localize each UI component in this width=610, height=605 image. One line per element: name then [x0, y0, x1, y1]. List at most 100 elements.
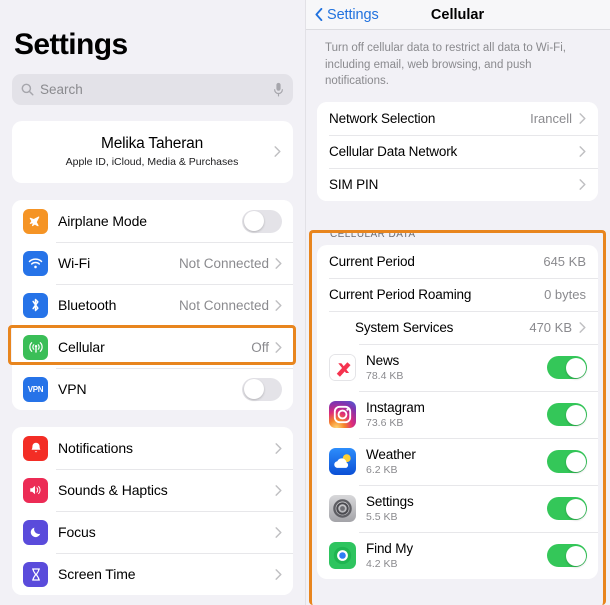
row-value: 645 KB — [543, 254, 586, 270]
chevron-right-icon — [275, 299, 282, 311]
sidebar-item-focus[interactable]: Focus — [12, 511, 293, 553]
sidebar-item-label: Wi-Fi — [58, 255, 91, 271]
apple-id-row[interactable]: Melika Taheran Apple ID, iCloud, Media &… — [12, 121, 293, 183]
row-label: SIM PIN — [329, 177, 379, 193]
app-row-instagram: Instagram 73.6 KB — [317, 391, 598, 439]
app-size: 4.2 KB — [366, 558, 398, 571]
chevron-right-icon — [275, 341, 282, 353]
airplane-mode-toggle[interactable] — [242, 209, 282, 233]
chevron-right-icon — [275, 568, 282, 580]
profile-subtitle: Apple ID, iCloud, Media & Purchases — [65, 155, 239, 168]
chevron-right-icon — [579, 113, 586, 124]
sidebar-item-cellular[interactable]: Cellular Off — [12, 326, 293, 368]
row-current-period-roaming: Current Period Roaming 0 bytes — [317, 278, 598, 312]
microphone-icon[interactable] — [273, 82, 284, 97]
weather-cellular-toggle[interactable] — [547, 450, 587, 474]
app-row-settings: Settings 5.5 KB — [317, 485, 598, 533]
sidebar-item-notifications[interactable]: Notifications — [12, 427, 293, 469]
chevron-right-icon — [275, 257, 282, 269]
cellular-status: Off — [251, 339, 269, 355]
chevron-right-icon — [274, 145, 281, 157]
app-name: Find My — [366, 541, 413, 557]
network-group: Network Selection Irancell Cellular Data… — [317, 102, 598, 202]
row-label: Current Period Roaming — [329, 287, 472, 303]
ios-settings-screen: Settings Search Melika Taheran Apple ID,… — [0, 0, 610, 605]
apple-id-card[interactable]: Melika Taheran Apple ID, iCloud, Media &… — [12, 121, 293, 183]
wifi-icon — [23, 250, 48, 276]
row-label: Current Period — [329, 254, 415, 270]
sidebar-item-label: Cellular — [58, 339, 105, 355]
row-network-selection[interactable]: Network Selection Irancell — [317, 102, 598, 136]
app-size: 78.4 KB — [366, 370, 404, 383]
connectivity-group: Airplane Mode Wi-Fi Not Connected Blueto… — [12, 200, 293, 410]
row-label: Network Selection — [329, 111, 436, 127]
chevron-right-icon — [275, 526, 282, 538]
bluetooth-icon — [23, 292, 48, 318]
instagram-app-icon — [329, 401, 356, 429]
moon-icon — [23, 519, 48, 545]
row-current-period: Current Period 645 KB — [317, 245, 598, 279]
sidebar-item-label: Screen Time — [58, 566, 136, 582]
sidebar-item-label: Notifications — [58, 440, 133, 456]
sidebar-item-bluetooth[interactable]: Bluetooth Not Connected — [12, 284, 293, 326]
navigation-bar: Settings Cellular — [305, 0, 610, 30]
panel-divider — [305, 0, 306, 605]
profile-name: Melika Taheran — [100, 134, 204, 152]
row-value: Irancell — [530, 111, 572, 127]
chevron-right-icon — [579, 322, 586, 333]
settings-sidebar: Settings Search Melika Taheran Apple ID,… — [0, 0, 305, 605]
app-size: 6.2 KB — [366, 464, 398, 477]
row-system-services[interactable]: System Services 470 KB — [317, 311, 598, 345]
row-label: System Services — [355, 320, 454, 336]
app-name: Weather — [366, 447, 416, 463]
sidebar-item-label: Airplane Mode — [58, 213, 147, 229]
notifications-group: Notifications Sounds & Haptics Focus Scr… — [12, 427, 293, 595]
sidebar-item-screen-time[interactable]: Screen Time — [12, 553, 293, 595]
settings-app-icon — [329, 495, 356, 523]
app-name: Settings — [366, 494, 414, 510]
cellular-antenna-icon — [23, 334, 48, 360]
chevron-right-icon — [275, 442, 282, 454]
sidebar-item-label: Focus — [58, 524, 96, 540]
news-cellular-toggle[interactable] — [547, 356, 587, 380]
back-button[interactable]: Settings — [315, 7, 379, 23]
sidebar-item-label: Bluetooth — [58, 297, 117, 313]
instagram-cellular-toggle[interactable] — [547, 403, 587, 427]
row-value: 470 KB — [529, 320, 572, 336]
settings-cellular-toggle[interactable] — [547, 497, 587, 521]
app-size: 73.6 KB — [366, 417, 404, 430]
search-input[interactable]: Search — [12, 74, 293, 105]
row-label: Cellular Data Network — [329, 144, 458, 160]
bluetooth-status: Not Connected — [178, 297, 269, 313]
sidebar-item-vpn[interactable]: VPN VPN — [12, 368, 293, 410]
app-row-weather: Weather 6.2 KB — [317, 438, 598, 486]
cellular-description: Turn off cellular data to restrict all d… — [325, 42, 566, 88]
row-value: 0 bytes — [544, 287, 586, 303]
cellular-body: Turn off cellular data to restrict all d… — [305, 30, 610, 580]
sidebar-item-wifi[interactable]: Wi-Fi Not Connected — [12, 242, 293, 284]
findmy-cellular-toggle[interactable] — [547, 544, 587, 568]
sidebar-item-sounds-haptics[interactable]: Sounds & Haptics — [12, 469, 293, 511]
app-row-find-my: Find My 4.2 KB — [317, 532, 598, 580]
row-cellular-data-network[interactable]: Cellular Data Network — [317, 135, 598, 169]
chevron-right-icon — [275, 484, 282, 496]
wifi-status: Not Connected — [178, 255, 269, 271]
cellular-data-group: Current Period 645 KB Current Period Roa… — [317, 245, 598, 580]
back-label: Settings — [327, 6, 379, 23]
vpn-icon: VPN — [23, 376, 48, 402]
sidebar-item-label: Sounds & Haptics — [58, 482, 168, 498]
app-name: News — [366, 353, 400, 369]
sidebar-item-airplane-mode[interactable]: Airplane Mode — [12, 200, 293, 242]
row-sim-pin[interactable]: SIM PIN — [317, 168, 598, 202]
section-header-cellular-data: CELLULAR DATA — [330, 229, 416, 241]
sidebar-item-label: VPN — [58, 381, 87, 397]
chevron-left-icon — [315, 8, 323, 21]
app-row-news: News 78.4 KB — [317, 344, 598, 392]
findmy-app-icon — [329, 542, 356, 570]
speaker-icon — [23, 477, 48, 503]
airplane-icon — [23, 208, 48, 234]
vpn-toggle[interactable] — [242, 377, 282, 401]
app-name: Instagram — [366, 400, 425, 416]
app-size: 5.5 KB — [366, 511, 398, 524]
bell-icon — [23, 435, 48, 461]
